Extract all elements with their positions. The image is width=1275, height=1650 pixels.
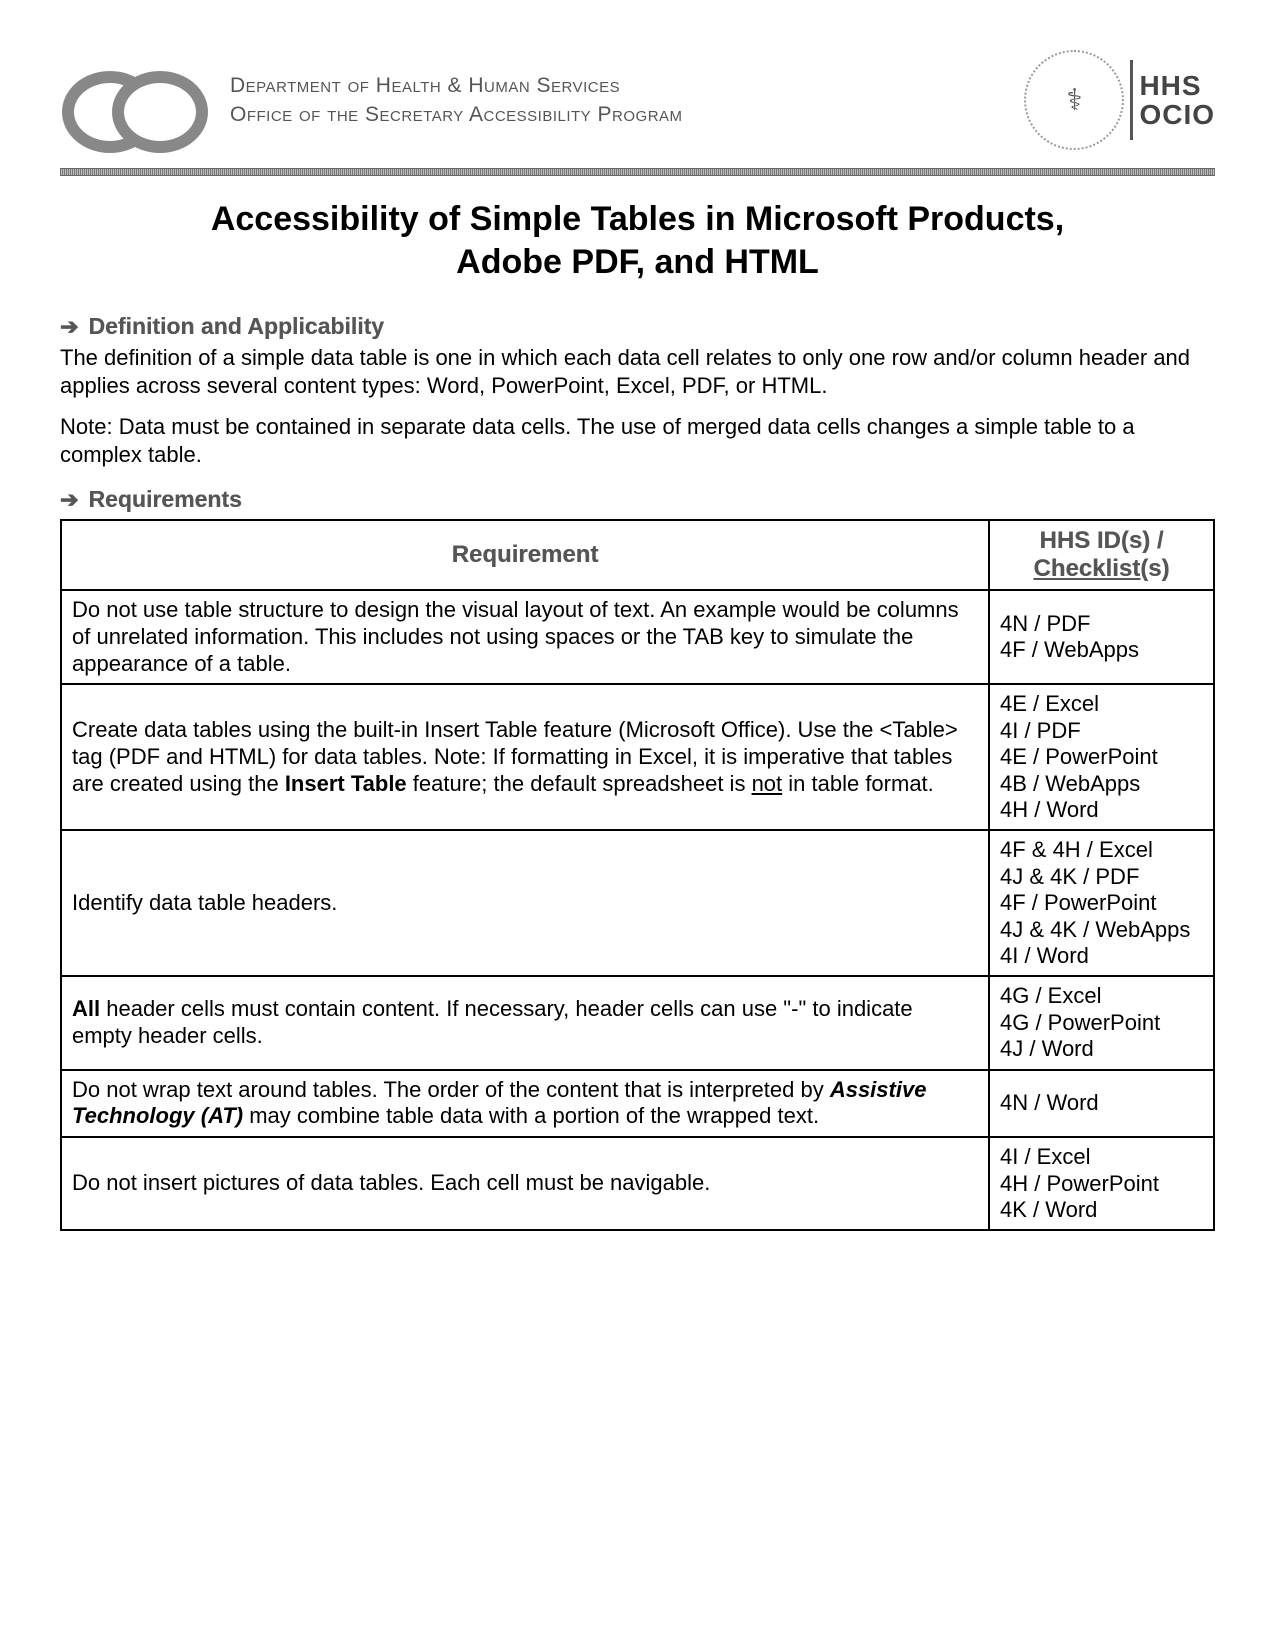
ids-cell: 4F & 4H / Excel 4J & 4K / PDF 4F / Power… <box>989 830 1214 976</box>
org-acronym: HHS OCIO <box>1139 71 1215 130</box>
table-row: Do not use table structure to design the… <box>61 590 1214 684</box>
req-suffix: in table format. <box>782 771 934 796</box>
req-bold: Insert Table <box>285 771 407 796</box>
ids-cell: 4G / Excel 4G / PowerPoint 4J / Word <box>989 976 1214 1069</box>
header-left: Department of Health & Human Services Of… <box>60 63 683 138</box>
table-header-row: Requirement HHS ID(s) / Checklist(s) <box>61 520 1214 590</box>
header-right: ⚕ HHS OCIO <box>1024 50 1215 150</box>
note-paragraph: Note: Data must be contained in separate… <box>60 413 1215 468</box>
office-name: Office of the Secretary Accessibility Pr… <box>230 100 683 129</box>
table-row: All header cells must contain content. I… <box>61 976 1214 1069</box>
requirement-cell: All header cells must contain content. I… <box>61 976 989 1069</box>
req-suffix: may combine table data with a portion of… <box>243 1103 819 1128</box>
col2-suffix: (s) <box>1140 555 1169 582</box>
req-mid: feature; the default spreadsheet is <box>407 771 752 796</box>
vertical-divider <box>1130 60 1133 140</box>
table-row: Identify data table headers. 4F & 4H / E… <box>61 830 1214 976</box>
requirement-cell: Create data tables using the built-in In… <box>61 684 989 830</box>
req-underline: not <box>752 771 783 796</box>
hhs-seal-icon: ⚕ <box>1024 50 1124 150</box>
ids-cell: 4E / Excel 4I / PDF 4E / PowerPoint 4B /… <box>989 684 1214 830</box>
arrow-right-icon: ➔ <box>60 314 78 340</box>
table-row: Do not insert pictures of data tables. E… <box>61 1137 1214 1230</box>
table-row: Create data tables using the built-in In… <box>61 684 1214 830</box>
requirement-cell: Do not wrap text around tables. The orde… <box>61 1070 989 1138</box>
definition-heading-text: Definition and Applicability <box>88 313 384 340</box>
arrow-right-icon: ➔ <box>60 487 78 513</box>
col2-line2: Checklist <box>1033 555 1140 582</box>
requirements-heading-text: Requirements <box>88 486 241 513</box>
table-row: Do not wrap text around tables. The orde… <box>61 1070 1214 1138</box>
req-suffix: header cells must contain content. If ne… <box>72 996 913 1048</box>
col-requirement: Requirement <box>61 520 989 590</box>
requirement-cell: Do not use table structure to design the… <box>61 590 989 684</box>
department-name: Department of Health & Human Services <box>230 71 683 100</box>
department-text: Department of Health & Human Services Of… <box>230 71 683 130</box>
definition-heading: ➔ Definition and Applicability <box>60 313 1215 340</box>
req-bold: All <box>72 996 100 1021</box>
accessibility-logo-icon <box>60 63 210 138</box>
header-divider <box>60 168 1215 176</box>
requirements-heading: ➔ Requirements <box>60 486 1215 513</box>
requirement-cell: Do not insert pictures of data tables. E… <box>61 1137 989 1230</box>
page-header: Department of Health & Human Services Of… <box>60 50 1215 150</box>
definition-paragraph: The definition of a simple data table is… <box>60 344 1215 399</box>
col2-line1: HHS ID(s) / <box>1039 527 1163 554</box>
req-prefix: Do not wrap text around tables. The orde… <box>72 1077 830 1102</box>
org-line2: OCIO <box>1139 100 1215 129</box>
page-title: Accessibility of Simple Tables in Micros… <box>173 198 1103 283</box>
ids-cell: 4N / PDF 4F / WebApps <box>989 590 1214 684</box>
ids-cell: 4I / Excel 4H / PowerPoint 4K / Word <box>989 1137 1214 1230</box>
col-hhs-ids: HHS ID(s) / Checklist(s) <box>989 520 1214 590</box>
org-line1: HHS <box>1139 71 1215 100</box>
requirements-table: Requirement HHS ID(s) / Checklist(s) Do … <box>60 519 1215 1231</box>
seal-glyph: ⚕ <box>1066 83 1082 118</box>
ids-cell: 4N / Word <box>989 1070 1214 1138</box>
requirement-cell: Identify data table headers. <box>61 830 989 976</box>
